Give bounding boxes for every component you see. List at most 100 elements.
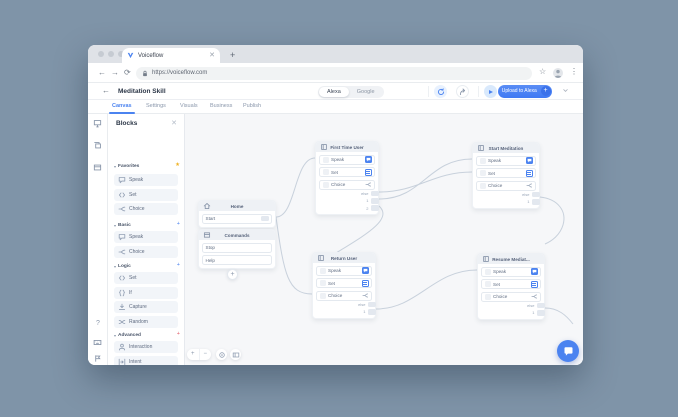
zoom-out-button[interactable]: − xyxy=(200,349,212,360)
board-icon[interactable] xyxy=(93,163,103,173)
output-port[interactable] xyxy=(368,309,376,315)
block-item-if[interactable]: If xyxy=(114,287,178,299)
block-section-header[interactable]: ▾Advanced+ xyxy=(114,331,180,339)
output-port[interactable] xyxy=(537,310,545,316)
node-commands[interactable]: CommandsStopHelp xyxy=(198,229,276,269)
node-step-speak[interactable]: Speak xyxy=(481,267,541,277)
back-icon[interactable]: ← xyxy=(98,67,106,78)
block-item-set[interactable]: Set xyxy=(114,189,178,201)
port-label: 1 xyxy=(366,198,368,203)
forward-icon[interactable]: → xyxy=(111,67,119,78)
choice-port-row: 1 xyxy=(478,310,544,317)
platform-toggle: Alexa Google xyxy=(318,86,384,98)
block-item-speak[interactable]: Speak xyxy=(114,231,178,243)
block-item-speak[interactable]: Speak xyxy=(114,174,178,186)
flag-icon[interactable] xyxy=(93,354,103,364)
node-step-set[interactable]: Set xyxy=(316,278,372,288)
output-port[interactable] xyxy=(371,205,379,211)
output-port[interactable] xyxy=(371,198,379,204)
browser-menu-icon[interactable]: ⋮ xyxy=(570,67,578,76)
chevron-down-icon[interactable] xyxy=(562,87,569,94)
drag-handle xyxy=(320,280,326,286)
block-item-choice[interactable]: Choice xyxy=(114,203,178,215)
output-port[interactable] xyxy=(368,302,376,308)
collapse-caret-icon: ▾ xyxy=(114,164,116,169)
add-block-button[interactable]: + xyxy=(227,269,238,280)
favorite-star-icon[interactable]: ★ xyxy=(175,163,180,169)
block-section-header[interactable]: ▾Favorites★ xyxy=(114,162,180,170)
drag-handle xyxy=(320,268,326,274)
node-step-choice[interactable]: Choice xyxy=(476,181,536,191)
node-step-stop[interactable]: Stop xyxy=(202,243,272,253)
node-step-choice[interactable]: Choice xyxy=(316,291,372,301)
node-step-set[interactable]: Set xyxy=(481,279,541,289)
upload-to-alexa-button[interactable]: Upload to Alexa + xyxy=(498,85,552,98)
project-back-icon[interactable]: ← xyxy=(102,86,110,95)
node-home[interactable]: HomeStart xyxy=(198,200,276,228)
traffic-light-close[interactable] xyxy=(98,51,104,57)
node-return-user[interactable]: Return UserSpeakSetChoiceelse1 xyxy=(312,252,376,319)
block-item-capture[interactable]: Capture xyxy=(114,301,178,313)
output-port[interactable] xyxy=(537,303,545,309)
node-step-choice[interactable]: Choice xyxy=(319,180,375,190)
node-step-speak[interactable]: Speak xyxy=(319,155,375,165)
minimap-button[interactable] xyxy=(230,349,241,360)
play-button[interactable] xyxy=(484,85,497,98)
browser-avatar[interactable] xyxy=(553,68,563,78)
address-bar[interactable]: https://voiceflow.com xyxy=(136,67,532,80)
reload-icon[interactable]: ⟳ xyxy=(124,67,131,78)
node-first-time-user[interactable]: First Time UserSpeakSetChoiceelse12 xyxy=(315,141,379,215)
browser-tab[interactable]: Voiceflow ✕ xyxy=(122,48,220,63)
node-step-choice[interactable]: Choice xyxy=(481,292,541,302)
node-step-speak[interactable]: Speak xyxy=(476,156,536,166)
traffic-light-minimize[interactable] xyxy=(108,51,114,57)
platform-option-alexa[interactable]: Alexa xyxy=(319,87,349,97)
tab-visuals[interactable]: Visuals xyxy=(180,103,198,109)
output-port[interactable] xyxy=(532,199,540,205)
choice-icon xyxy=(526,182,533,189)
share-button[interactable] xyxy=(456,85,469,98)
output-port[interactable] xyxy=(261,216,269,222)
add-block-type-icon[interactable]: + xyxy=(177,263,180,269)
block-item-set[interactable]: Set xyxy=(114,272,178,284)
node-step-start[interactable]: Start xyxy=(202,214,272,224)
block-item-interaction[interactable]: Interaction xyxy=(114,341,178,353)
node-step-set[interactable]: Set xyxy=(319,167,375,177)
center-canvas-button[interactable] xyxy=(216,349,227,360)
upload-plus-icon[interactable]: + xyxy=(541,86,551,96)
sync-button[interactable] xyxy=(434,85,447,98)
block-item-random[interactable]: Random xyxy=(114,316,178,328)
blocks-panel-close-icon[interactable]: ✕ xyxy=(171,119,177,127)
zoom-in-button[interactable]: + xyxy=(187,349,200,360)
layers-icon[interactable] xyxy=(93,141,103,151)
help-icon[interactable]: ? xyxy=(93,320,103,330)
block-item-choice[interactable]: Choice xyxy=(114,246,178,258)
screens-icon[interactable] xyxy=(93,119,103,129)
add-block-type-icon[interactable]: + xyxy=(177,332,180,338)
chat-widget-button[interactable] xyxy=(557,340,579,362)
block-section-header[interactable]: ▾Basic+ xyxy=(114,221,180,229)
drag-handle xyxy=(480,170,486,176)
node-step-speak[interactable]: Speak xyxy=(316,266,372,276)
block-item-intent[interactable]: Intent xyxy=(114,356,178,366)
keyboard-icon[interactable] xyxy=(93,338,103,348)
tab-canvas[interactable]: Canvas xyxy=(112,103,132,109)
code-icon xyxy=(118,274,127,282)
tab-publish[interactable]: Publish xyxy=(243,103,261,109)
node-step-set[interactable]: Set xyxy=(476,168,536,178)
node-step-help[interactable]: Help xyxy=(202,255,272,265)
tab-business[interactable]: Business xyxy=(210,103,232,109)
add-block-type-icon[interactable]: + xyxy=(177,222,180,228)
block-item-label: Set xyxy=(129,275,137,281)
tab-close-icon[interactable]: ✕ xyxy=(209,52,215,59)
node-start-meditation[interactable]: Start MeditationSpeakSetChoiceelse1 xyxy=(472,142,540,209)
bookmark-star-icon[interactable]: ☆ xyxy=(539,67,546,76)
new-tab-button[interactable]: + xyxy=(230,48,235,63)
platform-option-google[interactable]: Google xyxy=(349,87,383,97)
output-port[interactable] xyxy=(371,191,379,197)
block-section-header[interactable]: ▾Logic+ xyxy=(114,262,180,270)
node-resume-meditation[interactable]: Resume Mediat...SpeakSetChoiceelse1 xyxy=(477,253,545,320)
tab-settings[interactable]: Settings xyxy=(146,103,166,109)
output-port[interactable] xyxy=(532,192,540,198)
step-label: Choice xyxy=(331,182,365,187)
